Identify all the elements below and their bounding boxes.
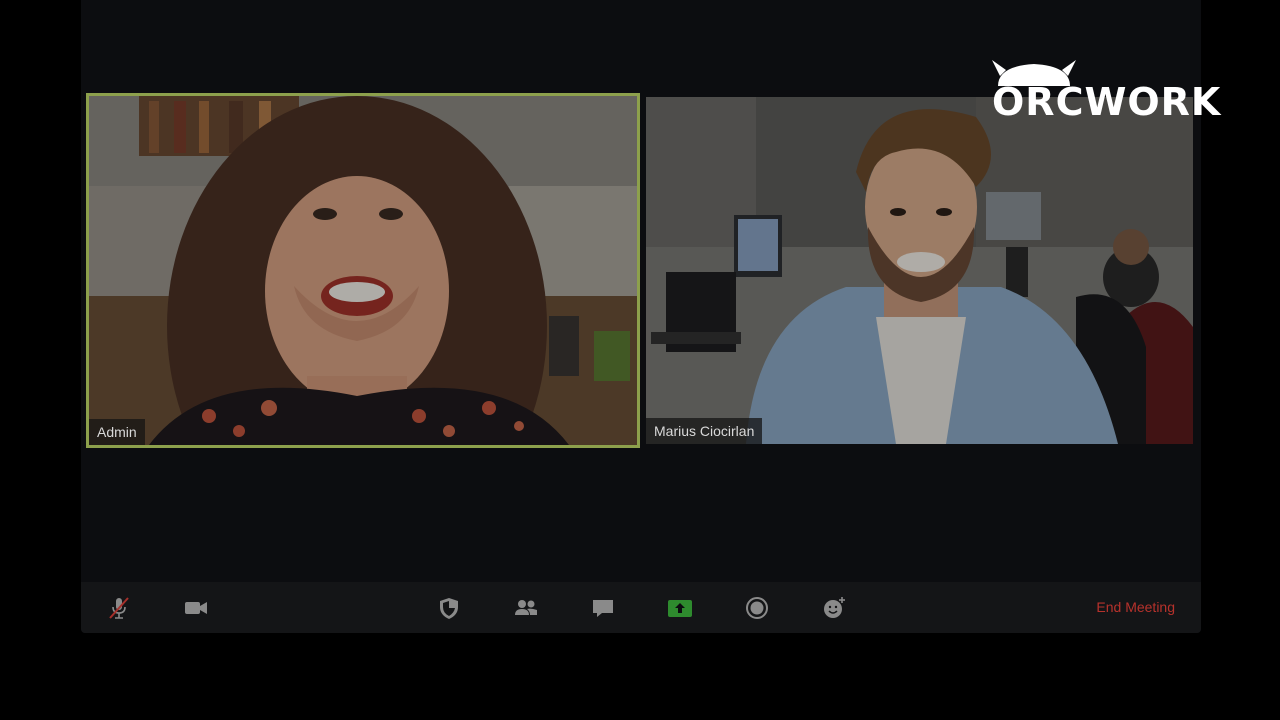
video-button[interactable] [182,594,210,622]
record-button[interactable] [743,594,771,622]
logo-text: ORCWORK [992,80,1222,124]
video-camera-icon [185,602,207,614]
mute-button[interactable] [105,594,133,622]
record-icon [746,597,768,619]
share-screen-button[interactable] [666,594,694,622]
participants-button[interactable] [512,594,540,622]
participant-name-label: Admin [89,419,145,445]
security-shield-icon [440,598,458,619]
orcwork-logo: ORCWORK [990,58,1230,124]
marius-video-feed [646,97,1193,444]
meeting-toolbar: End Meeting [81,582,1201,633]
video-tile-admin[interactable]: Admin [86,93,640,448]
end-meeting-button[interactable]: End Meeting [1096,599,1175,615]
reactions-icon [824,597,845,618]
chat-button[interactable] [589,594,617,622]
share-screen-icon [668,600,692,617]
muted-microphone-icon [109,597,129,619]
video-tile-marius[interactable]: Marius Ciocirlan [646,97,1193,444]
participant-name-label: Marius Ciocirlan [646,418,763,444]
admin-video-feed [89,96,637,445]
reactions-button[interactable] [820,594,848,622]
chat-icon [593,600,613,617]
security-button[interactable] [435,594,463,622]
participants-icon [515,600,537,615]
